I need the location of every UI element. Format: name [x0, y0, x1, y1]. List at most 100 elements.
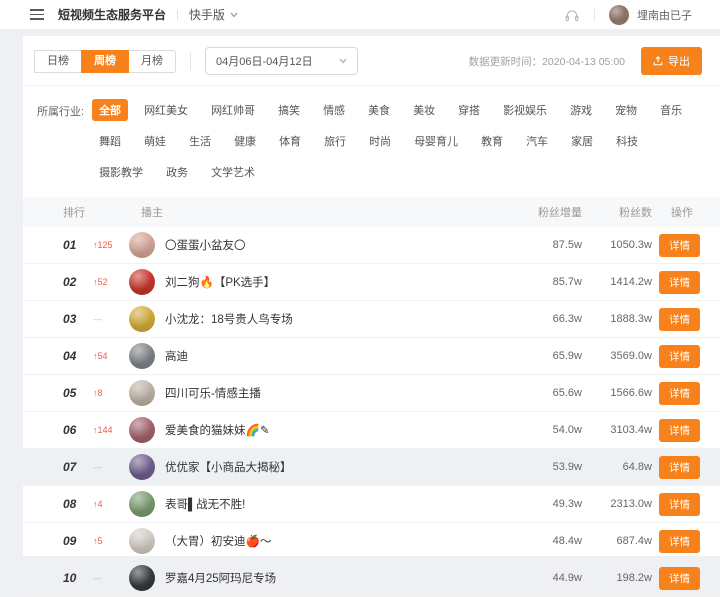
action-cell: 详情 — [652, 456, 720, 479]
industry-tag[interactable]: 舞蹈 — [92, 130, 128, 152]
table-row[interactable]: 09 ↑5 （大胃）初安迪🍎～ 48.4w 687.4w 详情 — [23, 523, 720, 560]
table-row[interactable]: 07 ↑— 优优家【小商品大揭秘】 53.9w 64.8w 详情 — [23, 449, 720, 486]
fans-total-value: 3103.4w — [582, 424, 652, 436]
player-avatar — [129, 491, 155, 517]
player-cell: 〇蛋蛋小盆友〇 — [129, 232, 492, 258]
rank-change-value: 144 — [98, 425, 113, 435]
topbar-divider — [594, 8, 595, 22]
player-avatar — [129, 269, 155, 295]
rank-change-value: — — [93, 462, 102, 472]
industry-tag[interactable]: 科技 — [609, 130, 645, 152]
industry-tag[interactable]: 情感 — [316, 99, 352, 121]
player-name[interactable]: 刘二狗🔥【PK选手】 — [165, 274, 275, 290]
detail-button[interactable]: 详情 — [659, 456, 700, 479]
industry-tag[interactable]: 文学艺术 — [204, 161, 262, 183]
detail-button[interactable]: 详情 — [659, 419, 700, 442]
industry-tag[interactable]: 汽车 — [519, 130, 555, 152]
rank-change-value: — — [93, 314, 102, 324]
industry-tag[interactable]: 家居 — [564, 130, 600, 152]
fans-total-value: 198.2w — [582, 572, 652, 584]
table-row[interactable]: 04 ↑54 高迪 65.9w 3569.0w 详情 — [23, 338, 720, 375]
industry-tag[interactable]: 母婴育儿 — [407, 130, 465, 152]
industry-tag[interactable]: 网红美女 — [137, 99, 195, 121]
fans-total-value: 1050.3w — [582, 239, 652, 251]
industry-tag[interactable]: 时尚 — [362, 130, 398, 152]
rank-number: 04 — [63, 349, 87, 363]
industry-tag[interactable]: 全部 — [92, 99, 128, 121]
table-row[interactable]: 03 ↑— 小沈龙：18号贵人鸟专场 66.3w 1888.3w 详情 — [23, 301, 720, 338]
player-name[interactable]: 优优家【小商品大揭秘】 — [165, 459, 292, 475]
industry-tag[interactable]: 体育 — [272, 130, 308, 152]
player-name[interactable]: （大胃）初安迪🍎～ — [165, 533, 271, 549]
export-icon — [653, 56, 663, 66]
detail-button[interactable]: 详情 — [659, 308, 700, 331]
rank-change: ↑125 — [93, 240, 113, 250]
period-tab[interactable]: 日榜 — [34, 50, 82, 73]
table-row[interactable]: 06 ↑144 爱美食的猫妹妹🌈✎ 54.0w 3103.4w 详情 — [23, 412, 720, 449]
table-header-row: 排行 播主 粉丝增量 粉丝数 操作 — [23, 197, 720, 227]
column-header-rank: 排行 — [23, 204, 129, 220]
industry-tag[interactable]: 旅行 — [317, 130, 353, 152]
table-row[interactable]: 08 ↑4 表哥▌战无不胜! 49.3w 2313.0w 详情 — [23, 486, 720, 523]
user-menu[interactable]: 埋南由已子 — [609, 5, 692, 25]
detail-button[interactable]: 详情 — [659, 271, 700, 294]
table-row[interactable]: 10 ↑— 罗嘉4月25阿玛尼专场 44.9w 198.2w 详情 — [23, 560, 720, 597]
fans-total-value: 1888.3w — [582, 313, 652, 325]
player-name[interactable]: 四川可乐-情感主播 — [165, 385, 261, 401]
industry-tag[interactable]: 健康 — [227, 130, 263, 152]
table-row[interactable]: 05 ↑8 四川可乐-情感主播 65.6w 1566.6w 详情 — [23, 375, 720, 412]
table-body: 01 ↑125 〇蛋蛋小盆友〇 87.5w 1050.3w 详情 — [23, 227, 720, 597]
fans-total-value: 64.8w — [582, 461, 652, 473]
industry-tag[interactable]: 穿搭 — [451, 99, 487, 121]
rank-change: ↑8 — [93, 388, 103, 398]
fans-gain-value: 87.5w — [492, 239, 582, 251]
rank-change-value: 8 — [98, 388, 103, 398]
player-name[interactable]: 表哥▌战无不胜! — [165, 496, 245, 512]
industry-tag[interactable]: 搞笑 — [271, 99, 307, 121]
rank-cell: 06 ↑144 — [23, 423, 129, 437]
player-avatar — [129, 343, 155, 369]
chevron-down-icon — [339, 58, 347, 64]
player-name[interactable]: 罗嘉4月25阿玛尼专场 — [165, 570, 276, 586]
detail-button[interactable]: 详情 — [659, 345, 700, 368]
industry-tag[interactable]: 影视娱乐 — [496, 99, 554, 121]
detail-button[interactable]: 详情 — [659, 493, 700, 516]
industry-tag[interactable]: 游戏 — [563, 99, 599, 121]
version-switcher[interactable]: 快手版 — [189, 6, 238, 23]
table-row[interactable]: 02 ↑52 刘二狗🔥【PK选手】 85.7w 1414.2w 详情 — [23, 264, 720, 301]
detail-button[interactable]: 详情 — [659, 567, 700, 590]
rank-cell: 02 ↑52 — [23, 275, 129, 289]
industry-tag[interactable]: 摄影教学 — [92, 161, 150, 183]
industry-tag-list: 全部 网红美女 网红帅哥 搞笑 情感 美食 美妆 穿搭 影视娱乐 游戏 宠物 — [92, 99, 702, 183]
action-cell: 详情 — [652, 271, 720, 294]
export-button[interactable]: 导出 — [641, 47, 702, 75]
date-range-select[interactable]: 04月06日-04月12日 — [205, 47, 358, 75]
fans-gain-value: 65.9w — [492, 350, 582, 362]
detail-button[interactable]: 详情 — [659, 530, 700, 553]
table-row[interactable]: 01 ↑125 〇蛋蛋小盆友〇 87.5w 1050.3w 详情 — [23, 227, 720, 264]
industry-tag[interactable]: 教育 — [474, 130, 510, 152]
rank-change-value: 125 — [98, 240, 113, 250]
industry-tag[interactable]: 政务 — [159, 161, 195, 183]
industry-tag[interactable]: 美妆 — [406, 99, 442, 121]
hamburger-menu-icon[interactable] — [30, 9, 44, 20]
industry-tag[interactable]: 宠物 — [608, 99, 644, 121]
rank-cell: 01 ↑125 — [23, 238, 129, 252]
player-name[interactable]: 爱美食的猫妹妹🌈✎ — [165, 422, 269, 438]
detail-button[interactable]: 详情 — [659, 382, 700, 405]
detail-button[interactable]: 详情 — [659, 234, 700, 257]
industry-tag[interactable]: 生活 — [182, 130, 218, 152]
version-label: 快手版 — [189, 6, 225, 23]
controls-divider — [190, 52, 191, 70]
player-name[interactable]: 高迪 — [165, 348, 188, 364]
player-name[interactable]: 小沈龙：18号贵人鸟专场 — [165, 311, 293, 327]
industry-tag[interactable]: 萌娃 — [137, 130, 173, 152]
headset-icon[interactable] — [564, 7, 580, 23]
period-tab[interactable]: 周榜 — [81, 50, 129, 73]
period-tab[interactable]: 月榜 — [128, 50, 176, 73]
player-name[interactable]: 〇蛋蛋小盆友〇 — [165, 237, 246, 253]
industry-tag[interactable]: 美食 — [361, 99, 397, 121]
action-cell: 详情 — [652, 234, 720, 257]
industry-tag[interactable]: 网红帅哥 — [204, 99, 262, 121]
industry-tag[interactable]: 音乐 — [653, 99, 689, 121]
